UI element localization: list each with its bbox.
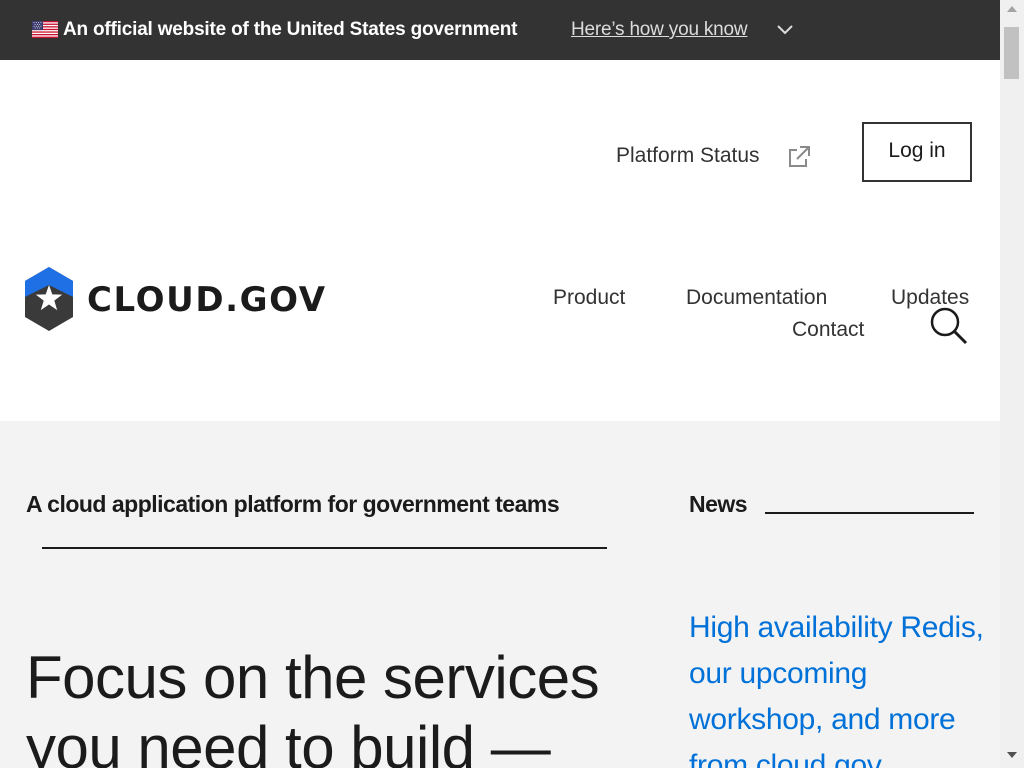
gov-banner-text: An official website of the United States…	[63, 19, 518, 40]
hero-heading: Focus on the services you need to build …	[26, 644, 600, 768]
main-content: A cloud application platform for governm…	[0, 421, 1000, 768]
how-you-know-link[interactable]: Here’s how you know	[571, 19, 748, 41]
chevron-down-icon[interactable]	[776, 22, 794, 36]
cloud-gov-logo[interactable]: CLOUD.GOV	[25, 267, 325, 333]
scrollbar-thumb[interactable]	[1004, 27, 1019, 79]
gov-banner: An official website of the United States…	[0, 0, 1000, 60]
scroll-up-arrow-icon[interactable]	[1007, 6, 1017, 12]
vertical-scrollbar[interactable]	[1000, 0, 1024, 768]
tagline-divider	[42, 547, 607, 549]
news-article-link[interactable]: High availability Redis, our upcoming wo…	[689, 605, 989, 768]
site-tagline: A cloud application platform for governm…	[26, 491, 560, 517]
scroll-down-arrow-icon[interactable]	[1007, 752, 1017, 758]
us-flag-icon	[32, 21, 58, 38]
site-header: Platform Status Log in CLOUD.GOV Product…	[0, 60, 1000, 421]
platform-status-link[interactable]: Platform Status	[616, 144, 760, 168]
nav-documentation[interactable]: Documentation	[686, 286, 827, 310]
login-button[interactable]: Log in	[862, 122, 972, 182]
nav-product[interactable]: Product	[553, 286, 625, 310]
search-icon[interactable]	[928, 305, 970, 347]
logo-wordmark: CLOUD.GOV	[87, 280, 327, 320]
nav-contact[interactable]: Contact	[792, 318, 864, 342]
cloud-gov-logo-icon	[25, 267, 73, 331]
page: An official website of the United States…	[0, 0, 1000, 768]
external-link-icon	[789, 146, 810, 167]
news-heading: News	[689, 491, 748, 517]
news-divider	[765, 512, 974, 514]
